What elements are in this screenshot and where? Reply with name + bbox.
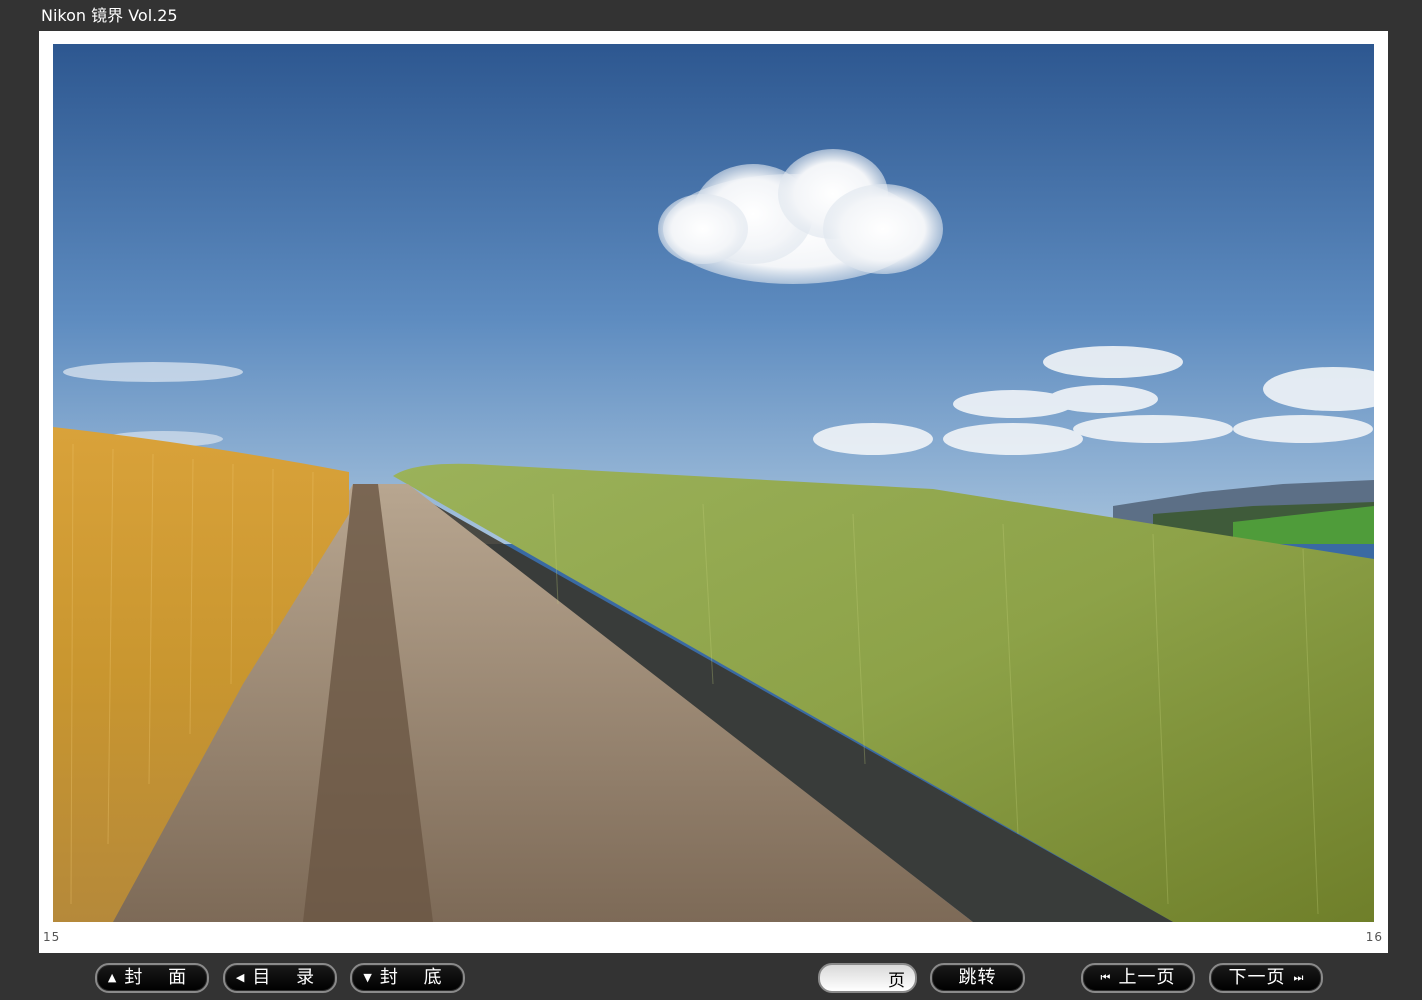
landscape-photo [53, 44, 1374, 922]
next-page-button[interactable]: 下一页 ⏭ [1209, 963, 1323, 993]
window-title: Nikon 镜界 Vol.25 [41, 6, 178, 25]
back-cover-button[interactable]: ▼ 封 底 [350, 963, 465, 993]
cover-button-label: 封 面 [124, 967, 197, 988]
page-number-field[interactable]: 页 [818, 963, 917, 993]
jump-button[interactable]: 跳转 [930, 963, 1025, 993]
skip-back-icon: ⏮ [1100, 971, 1111, 984]
jump-button-label: 跳转 [958, 967, 997, 988]
cover-button[interactable]: ▲ 封 面 [95, 963, 209, 993]
skip-forward-icon: ⏭ [1293, 971, 1304, 984]
triangle-down-icon: ▼ [363, 971, 372, 984]
prev-page-button[interactable]: ⏮ 上一页 [1081, 963, 1195, 993]
back-cover-button-label: 封 底 [379, 967, 452, 988]
triangle-up-icon: ▲ [107, 971, 117, 984]
contents-button-label: 目 录 [252, 967, 325, 988]
page-unit-label: 页 [888, 970, 905, 991]
magazine-page-spread: 15 16 [39, 31, 1388, 953]
right-page-number: 16 [1365, 930, 1383, 944]
triangle-left-icon: ◀ [235, 971, 245, 984]
page-number-input[interactable] [828, 967, 887, 991]
next-page-label: 下一页 [1228, 967, 1286, 988]
prev-page-label: 上一页 [1118, 967, 1176, 988]
left-page-number: 15 [43, 930, 61, 944]
contents-button[interactable]: ◀ 目 录 [223, 963, 337, 993]
